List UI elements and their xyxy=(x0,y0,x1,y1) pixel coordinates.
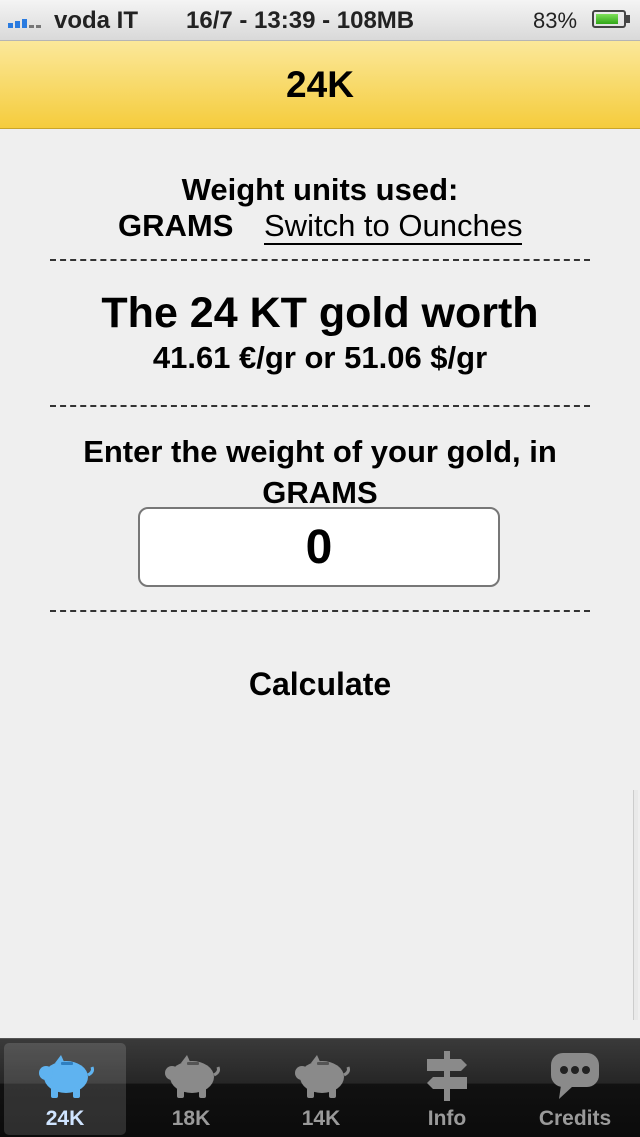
weight-input[interactable]: 0 xyxy=(138,507,500,587)
tab-label: Credits xyxy=(538,1107,612,1130)
scrollbar[interactable] xyxy=(633,790,638,1020)
tab-credits[interactable]: Credits xyxy=(514,1043,636,1135)
piggy-bank-icon xyxy=(4,1047,126,1105)
signpost-icon xyxy=(386,1047,508,1105)
status-center-text: 16/7 - 13:39 - 108MB xyxy=(186,7,415,34)
battery-icon xyxy=(592,10,626,28)
gold-price-text: 41.61 €/gr or 51.06 $/gr xyxy=(152,340,488,375)
piggy-bank-icon xyxy=(130,1047,252,1105)
tab-bar: 24K 18K 14K Info Credits xyxy=(0,1038,640,1137)
calculate-button[interactable]: Calculate xyxy=(200,662,440,706)
gold-worth-title: The 24 KT gold worth xyxy=(101,289,539,337)
tab-24k[interactable]: 24K xyxy=(4,1043,126,1135)
tab-18k[interactable]: 18K xyxy=(130,1043,252,1135)
battery-percent: 83% xyxy=(533,8,578,33)
divider xyxy=(50,259,590,261)
signal-strength-icon xyxy=(8,14,48,28)
current-units: GRAMS xyxy=(118,208,234,243)
speech-bubble-icon xyxy=(514,1047,636,1105)
divider xyxy=(50,610,590,612)
weight-prompt: Enter the weight of your gold, in GRAMS xyxy=(83,434,557,510)
page-title: 24K xyxy=(286,63,354,105)
tab-label: 18K xyxy=(171,1107,211,1130)
status-bar: voda IT 16/7 - 13:39 - 108MB 83% xyxy=(0,0,640,41)
tab-label: Info xyxy=(427,1107,467,1130)
tab-info[interactable]: Info xyxy=(386,1043,508,1135)
units-label: Weight units used: xyxy=(181,172,459,207)
switch-units-link[interactable]: Switch to Ounches xyxy=(264,208,523,245)
piggy-bank-icon xyxy=(260,1047,382,1105)
carrier-name: voda IT xyxy=(54,7,139,34)
divider xyxy=(50,405,590,407)
tab-14k[interactable]: 14K xyxy=(260,1043,382,1135)
navigation-bar: 24K xyxy=(0,41,640,129)
tab-label: 14K xyxy=(301,1107,341,1130)
tab-label: 24K xyxy=(45,1107,85,1130)
battery-tip xyxy=(626,15,630,23)
